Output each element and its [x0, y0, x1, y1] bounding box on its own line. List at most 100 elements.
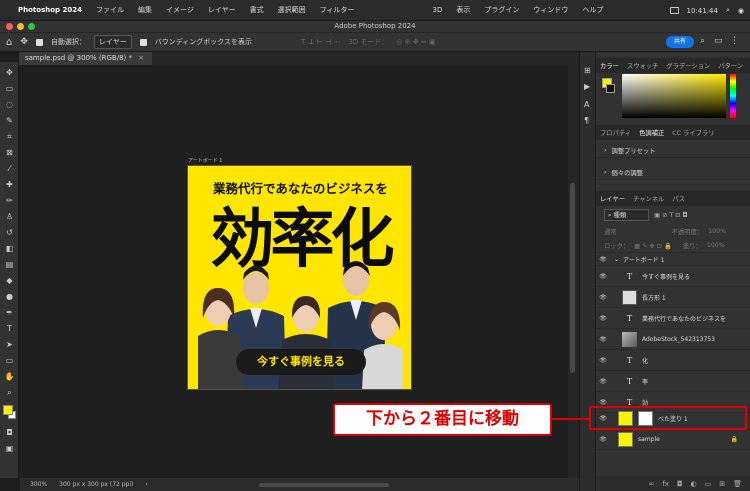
crop-tool-icon[interactable]: ⌗ [4, 132, 15, 141]
color-picker-field[interactable] [622, 74, 726, 118]
brush-tool-icon[interactable]: ✏ [4, 196, 15, 205]
artboard-tool-icon[interactable]: ▭ [4, 84, 15, 93]
layer-row[interactable]: 👁 AdobeStock_542313753 [596, 330, 750, 350]
zoom-tool-icon[interactable]: ⌕ [4, 388, 15, 397]
lasso-tool-icon[interactable]: ◌ [4, 100, 15, 109]
tab-layers[interactable]: レイヤー [600, 194, 625, 203]
menu-view[interactable]: 表示 [456, 5, 470, 15]
status-arrow-icon[interactable]: › [145, 481, 147, 488]
visibility-eye-icon[interactable]: 👁 [596, 315, 610, 322]
layer-row[interactable]: 👁 T 業務代行であなたのビジネスを [596, 309, 750, 329]
visibility-eye-icon[interactable]: 👁 [596, 336, 610, 343]
tab-channels[interactable]: チャンネル [633, 194, 664, 203]
path-select-tool-icon[interactable]: ➤ [4, 340, 15, 349]
visibility-eye-icon[interactable]: 👁 [596, 357, 610, 364]
visibility-eye-icon[interactable]: 👁 [596, 294, 610, 301]
layer-kind-filter[interactable]: ⌕ 種類 [604, 209, 650, 221]
align-icons[interactable]: ⊤ ⊥ ⊢ ⊣ ⋯ [300, 38, 340, 46]
adjustment-layer-icon[interactable]: ◐ [691, 480, 697, 488]
menu-type[interactable]: 書式 [250, 5, 264, 15]
gradient-tool-icon[interactable]: ▤ [4, 260, 15, 269]
delete-layer-icon[interactable]: 🗑 [733, 480, 742, 488]
document-tab[interactable]: sample.psd @ 300% (RGB/8) * × [19, 52, 153, 65]
layer-row-background[interactable]: 👁 sample 🔒 [596, 430, 750, 450]
character-panel-icon[interactable]: A [584, 100, 589, 109]
menu-plugins[interactable]: プラグイン [484, 5, 519, 15]
visibility-eye-icon[interactable]: 👁 [596, 256, 610, 263]
link-layers-icon[interactable]: ∞ [649, 480, 655, 488]
lock-icons[interactable]: ▦ ✎ ✥ ⊡ 🔒 [634, 242, 672, 250]
new-group-icon[interactable]: ▭ [705, 480, 712, 488]
search-icon[interactable]: ⌕ [726, 6, 730, 15]
auto-select-checkbox[interactable] [35, 38, 43, 46]
menu-window[interactable]: ウィンドウ [533, 5, 568, 15]
quick-select-tool-icon[interactable]: ✎ [4, 116, 15, 125]
control-center-icon[interactable]: ◉ [738, 7, 744, 15]
hue-slider[interactable] [730, 74, 736, 118]
blur-tool-icon[interactable]: ◆ [4, 276, 15, 285]
move-tool-icon[interactable]: ✥ [20, 37, 28, 47]
menu-3d[interactable]: 3D [433, 6, 443, 14]
zoom-window-button[interactable] [28, 23, 35, 30]
menu-app[interactable]: Photoshop 2024 [18, 6, 82, 14]
dodge-tool-icon[interactable]: ● [4, 292, 15, 301]
zoom-level[interactable]: 300% [30, 481, 47, 488]
visibility-eye-icon[interactable]: 👁 [596, 273, 610, 280]
menu-select[interactable]: 選択範囲 [278, 5, 306, 15]
history-panel-icon[interactable]: ⊞ [584, 66, 591, 75]
menu-help[interactable]: ヘルプ [582, 5, 603, 15]
blend-mode-dropdown[interactable]: 通常 [604, 227, 617, 236]
type-tool-icon[interactable]: T [4, 324, 15, 333]
pen-tool-icon[interactable]: ✒ [4, 308, 15, 317]
fill-value[interactable]: 100% [707, 242, 725, 249]
tab-cc-libraries[interactable]: CC ライブラリ [672, 128, 714, 137]
workspace-icon[interactable]: ▭ [714, 36, 723, 46]
single-adjustments-row[interactable]: › 個々の調整 [596, 166, 750, 180]
panel-background-swatch[interactable] [606, 84, 615, 93]
bounding-box-checkbox[interactable] [139, 38, 147, 46]
layer-row[interactable]: 👁 長方形 1 [596, 288, 750, 308]
tab-gradients[interactable]: グラデーション [666, 61, 710, 70]
chevron-down-icon[interactable]: ⌄ [614, 256, 619, 263]
visibility-eye-icon[interactable]: 👁 [596, 399, 610, 406]
adjustment-presets-row[interactable]: › 調整プリセット [596, 144, 750, 158]
healing-tool-icon[interactable]: ✚ [4, 180, 15, 189]
eyedropper-tool-icon[interactable]: ⁄ [4, 164, 15, 173]
new-layer-icon[interactable]: ⊞ [719, 480, 725, 488]
history-brush-tool-icon[interactable]: ↺ [4, 228, 15, 237]
layer-style-icon[interactable]: fx [662, 480, 669, 488]
menu-layer[interactable]: レイヤー [208, 5, 236, 15]
frame-tool-icon[interactable]: ⊠ [4, 148, 15, 157]
battery-icon[interactable] [669, 7, 679, 14]
menu-edit[interactable]: 編集 [138, 5, 152, 15]
layer-row[interactable]: 👁 T 化 [596, 351, 750, 371]
quick-mask-icon[interactable]: ◘ [4, 428, 15, 437]
screen-mode-icon[interactable]: ▣ [4, 444, 15, 453]
close-window-button[interactable] [6, 23, 13, 30]
menu-image[interactable]: イメージ [166, 5, 194, 15]
tab-paths[interactable]: パス [672, 194, 685, 203]
layer-row[interactable]: 👁 T 今すぐ事例を見る [596, 267, 750, 287]
filter-icons[interactable]: ▣ ⊘ T ⊡ ◘ [654, 212, 687, 219]
home-icon[interactable]: ⌂ [6, 37, 12, 48]
horizontal-scroll-thumb[interactable] [259, 483, 389, 487]
actions-panel-icon[interactable]: ▶ [584, 82, 590, 91]
share-button[interactable]: 共有 [666, 36, 694, 48]
tab-patterns[interactable]: パターン [718, 61, 743, 70]
close-tab-icon[interactable]: × [138, 54, 144, 62]
paragraph-panel-icon[interactable]: ¶ [584, 116, 589, 125]
eraser-tool-icon[interactable]: ◧ [4, 244, 15, 253]
visibility-eye-icon[interactable]: 👁 [596, 378, 610, 385]
menu-filter[interactable]: フィルター [320, 5, 355, 15]
layer-row-artboard[interactable]: 👁 ⌄ アートボード 1 [596, 254, 750, 266]
minimize-window-button[interactable] [17, 23, 24, 30]
vertical-scroll-thumb[interactable] [570, 183, 575, 373]
add-mask-icon[interactable]: ◘ [677, 480, 683, 488]
menu-file[interactable]: ファイル [96, 5, 124, 15]
auto-select-dropdown[interactable]: レイヤー [93, 35, 132, 49]
opacity-value[interactable]: 100% [708, 228, 726, 235]
tab-adjustments[interactable]: 色調補正 [639, 128, 664, 137]
move-tool-icon[interactable]: ✥ [4, 68, 15, 77]
foreground-color-swatch[interactable] [3, 405, 13, 415]
artboard[interactable]: 業務代行であなたのビジネスを 効率化 今すぐ事例を見る [187, 165, 412, 390]
